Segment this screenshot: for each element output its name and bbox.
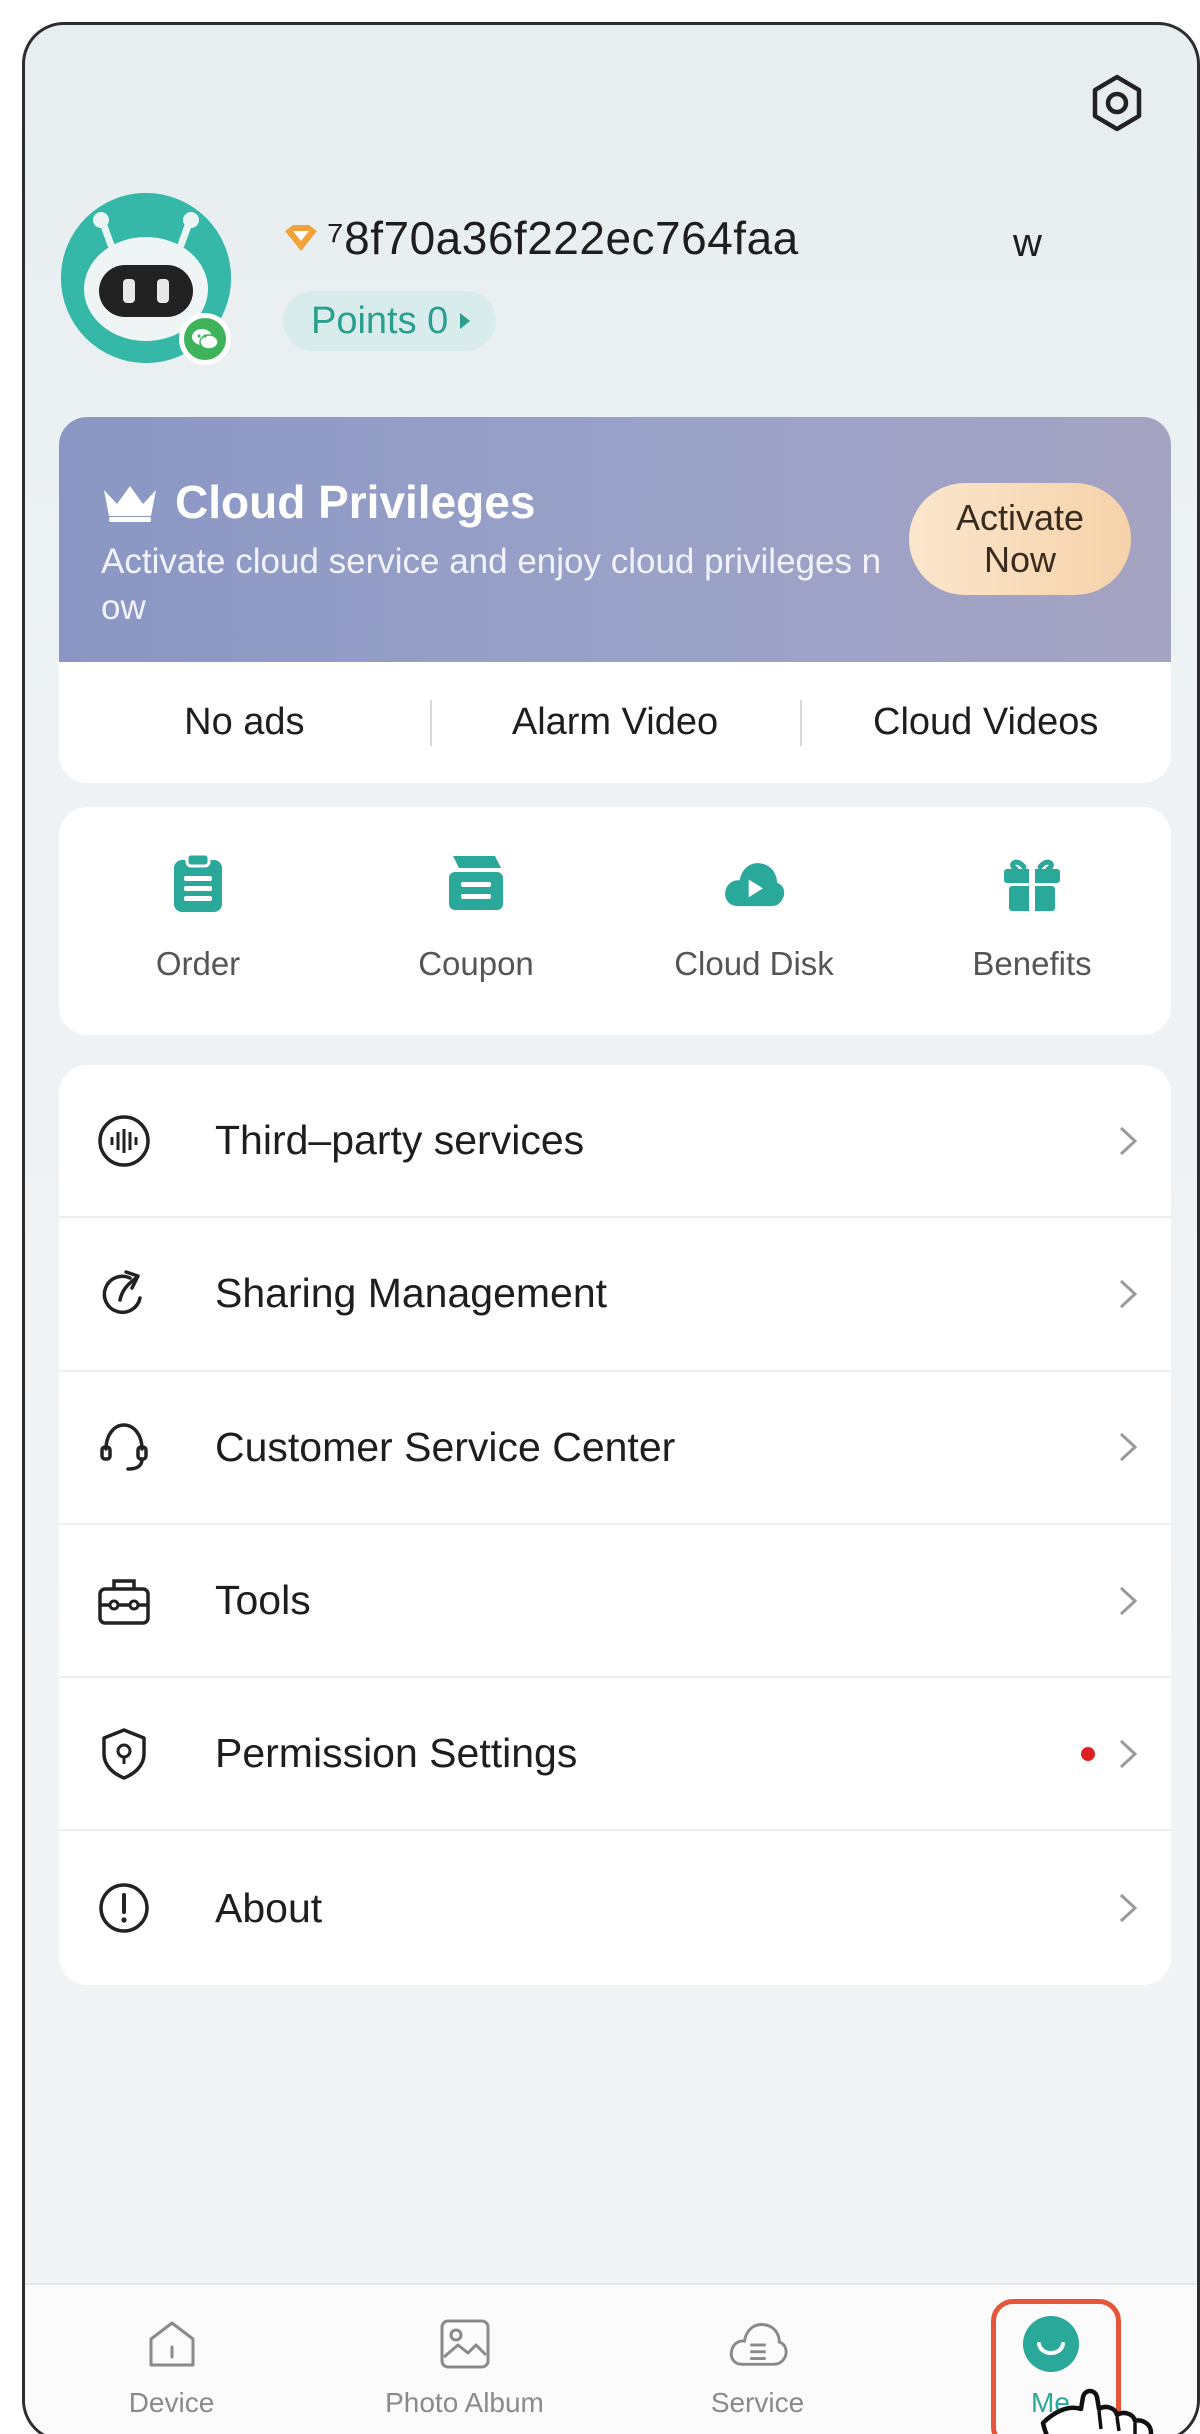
image-icon	[440, 2319, 489, 2369]
username-suffix: w	[1013, 221, 1042, 265]
feature-no-ads: No ads	[184, 701, 305, 743]
cloud-feature-list: No ads Alarm Video Cloud Videos	[59, 662, 1171, 783]
house-icon	[149, 2321, 194, 2367]
tab-label: Service	[710, 2387, 805, 2418]
gear-icon	[1092, 74, 1142, 132]
wechat-icon	[192, 329, 219, 350]
menu-label: About	[215, 1884, 323, 1931]
quick-order-label: Order	[155, 945, 241, 982]
quick-cloud-disk-label: Cloud Disk	[674, 945, 834, 982]
menu-permission-settings[interactable]: Permission Settings	[59, 1678, 1171, 1832]
crown-icon	[104, 486, 156, 522]
tab-device[interactable]: Device	[25, 2285, 318, 2434]
cloud-privileges-card: Cloud Privileges Activate cloud service …	[59, 417, 1171, 783]
quick-cloud-disk[interactable]: Cloud Disk	[615, 807, 893, 1035]
menu-customer-service-center[interactable]: Customer Service Center	[59, 1372, 1171, 1525]
cloud-play-icon	[725, 863, 785, 907]
username: ⁷8f70a36f222ec764faa	[283, 211, 799, 265]
notification-dot	[1081, 1746, 1095, 1761]
quick-benefits[interactable]: Benefits	[893, 807, 1171, 1035]
username-text: ⁷8f70a36f222ec764faa	[327, 212, 799, 264]
vip-diamond-icon	[285, 225, 317, 251]
quick-coupon-label: Coupon	[418, 945, 534, 982]
toolbox-icon	[98, 1578, 150, 1625]
tab-service[interactable]: Service	[611, 2285, 904, 2434]
avatar[interactable]	[61, 193, 231, 365]
phone-screen: ⁷8f70a36f222ec764faa w Points 0 Cloud Pr…	[22, 22, 1200, 2434]
tab-label: Photo Album	[385, 2387, 544, 2418]
pointing-hand-icon	[1040, 2388, 1154, 2434]
menu-label: Tools	[215, 1577, 311, 1624]
shield-icon	[102, 1728, 146, 1780]
cloud-list-icon	[729, 2323, 788, 2366]
chevron-right-icon	[1119, 1126, 1138, 1155]
chevron-right-icon	[1119, 1739, 1138, 1768]
caret-right-icon	[460, 313, 471, 329]
menu-about[interactable]: About	[59, 1831, 1171, 1984]
coupon-icon	[449, 856, 503, 910]
points-label: Points 0	[311, 299, 449, 342]
clipboard-icon	[174, 852, 222, 912]
tab-photo-album[interactable]: Photo Album	[318, 2285, 611, 2434]
cloud-title-text: Cloud Privileges	[175, 476, 536, 528]
menu-label: Customer Service Center	[215, 1423, 676, 1470]
chevron-right-icon	[1119, 1433, 1138, 1462]
feature-cloud-videos: Cloud Videos	[800, 699, 1171, 746]
feature-alarm-video: Alarm Video	[429, 699, 801, 746]
waveform-icon	[98, 1114, 150, 1167]
info-exclamation-icon	[99, 1883, 149, 1933]
menu-list: Third–party services Sharing Management	[59, 1065, 1171, 1985]
quick-actions: Order Coupon Cloud Disk Benefits	[59, 807, 1171, 1035]
menu-label: Third–party services	[215, 1117, 585, 1164]
points-button[interactable]: Points 0	[283, 291, 497, 351]
wechat-badge	[179, 313, 231, 365]
settings-button[interactable]	[1081, 67, 1153, 139]
menu-sharing-management[interactable]: Sharing Management	[59, 1218, 1171, 1372]
activate-label: Activate Now	[955, 497, 1085, 580]
gift-icon	[1004, 859, 1060, 911]
quick-coupon[interactable]: Coupon	[337, 807, 615, 1035]
headset-icon	[100, 1423, 148, 1471]
cloud-banner[interactable]: Cloud Privileges Activate cloud service …	[59, 417, 1171, 662]
menu-third-party-services[interactable]: Third–party services	[59, 1065, 1171, 1219]
share-arrow-icon	[102, 1270, 142, 1314]
chevron-right-icon	[1119, 1279, 1138, 1309]
menu-tools[interactable]: Tools	[59, 1525, 1171, 1679]
cloud-title: Cloud Privileges	[101, 475, 535, 529]
menu-label: Sharing Management	[215, 1270, 608, 1317]
tab-label: Device	[128, 2387, 215, 2418]
activate-now-button[interactable]: Activate Now	[909, 483, 1131, 595]
menu-label: Permission Settings	[215, 1730, 578, 1777]
quick-benefits-label: Benefits	[972, 945, 1092, 982]
cloud-description: Activate cloud service and enjoy cloud p…	[101, 542, 882, 627]
quick-order[interactable]: Order	[59, 807, 337, 1035]
chevron-right-icon	[1119, 1586, 1138, 1615]
chevron-right-icon	[1119, 1894, 1138, 1923]
